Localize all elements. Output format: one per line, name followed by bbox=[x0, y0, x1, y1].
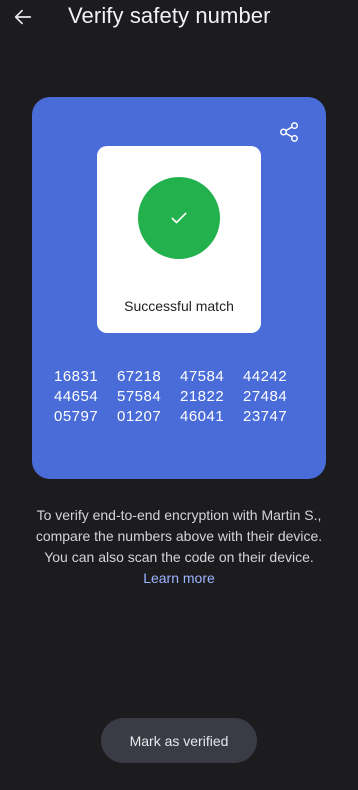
instruction-line: compare the numbers above with their dev… bbox=[35, 528, 323, 544]
top-app-bar: Verify safety number bbox=[0, 0, 358, 36]
share-button[interactable] bbox=[276, 119, 302, 145]
safety-number-card: Successful match 16831 67218 47584 44242… bbox=[32, 97, 326, 479]
back-button[interactable] bbox=[8, 2, 38, 32]
safety-number-grid: 16831 67218 47584 44242 44654 57584 2182… bbox=[54, 368, 306, 426]
instruction-line: You can also scan the code on their devi… bbox=[44, 549, 314, 565]
verification-instructions: To verify end-to-end encryption with Mar… bbox=[20, 505, 338, 589]
instruction-line: To verify end-to-end encryption with Mar… bbox=[36, 507, 322, 523]
arrow-left-icon bbox=[14, 9, 32, 25]
safety-number-group: 57584 bbox=[117, 388, 162, 405]
share-icon bbox=[280, 122, 298, 142]
safety-number-group: 01207 bbox=[117, 408, 162, 425]
safety-number-group: 27484 bbox=[243, 388, 288, 405]
safety-number-group: 05797 bbox=[54, 408, 99, 425]
safety-number-group: 44242 bbox=[243, 368, 288, 385]
safety-number-group: 47584 bbox=[180, 368, 225, 385]
page-title: Verify safety number bbox=[68, 3, 271, 28]
match-success-badge bbox=[138, 177, 220, 259]
safety-number-group: 21822 bbox=[180, 388, 225, 405]
safety-number-group: 44654 bbox=[54, 388, 99, 405]
safety-number-group: 67218 bbox=[117, 368, 162, 385]
safety-number-group: 16831 bbox=[54, 368, 99, 385]
mark-as-verified-button[interactable]: Mark as verified bbox=[101, 718, 257, 763]
match-status-label: Successful match bbox=[124, 298, 234, 314]
learn-more-link[interactable]: Learn more bbox=[143, 570, 215, 586]
safety-number-group: 23747 bbox=[243, 408, 288, 425]
safety-number-group: 46041 bbox=[180, 408, 225, 425]
match-status-box[interactable]: Successful match bbox=[97, 146, 261, 333]
checkmark-icon bbox=[171, 212, 187, 224]
